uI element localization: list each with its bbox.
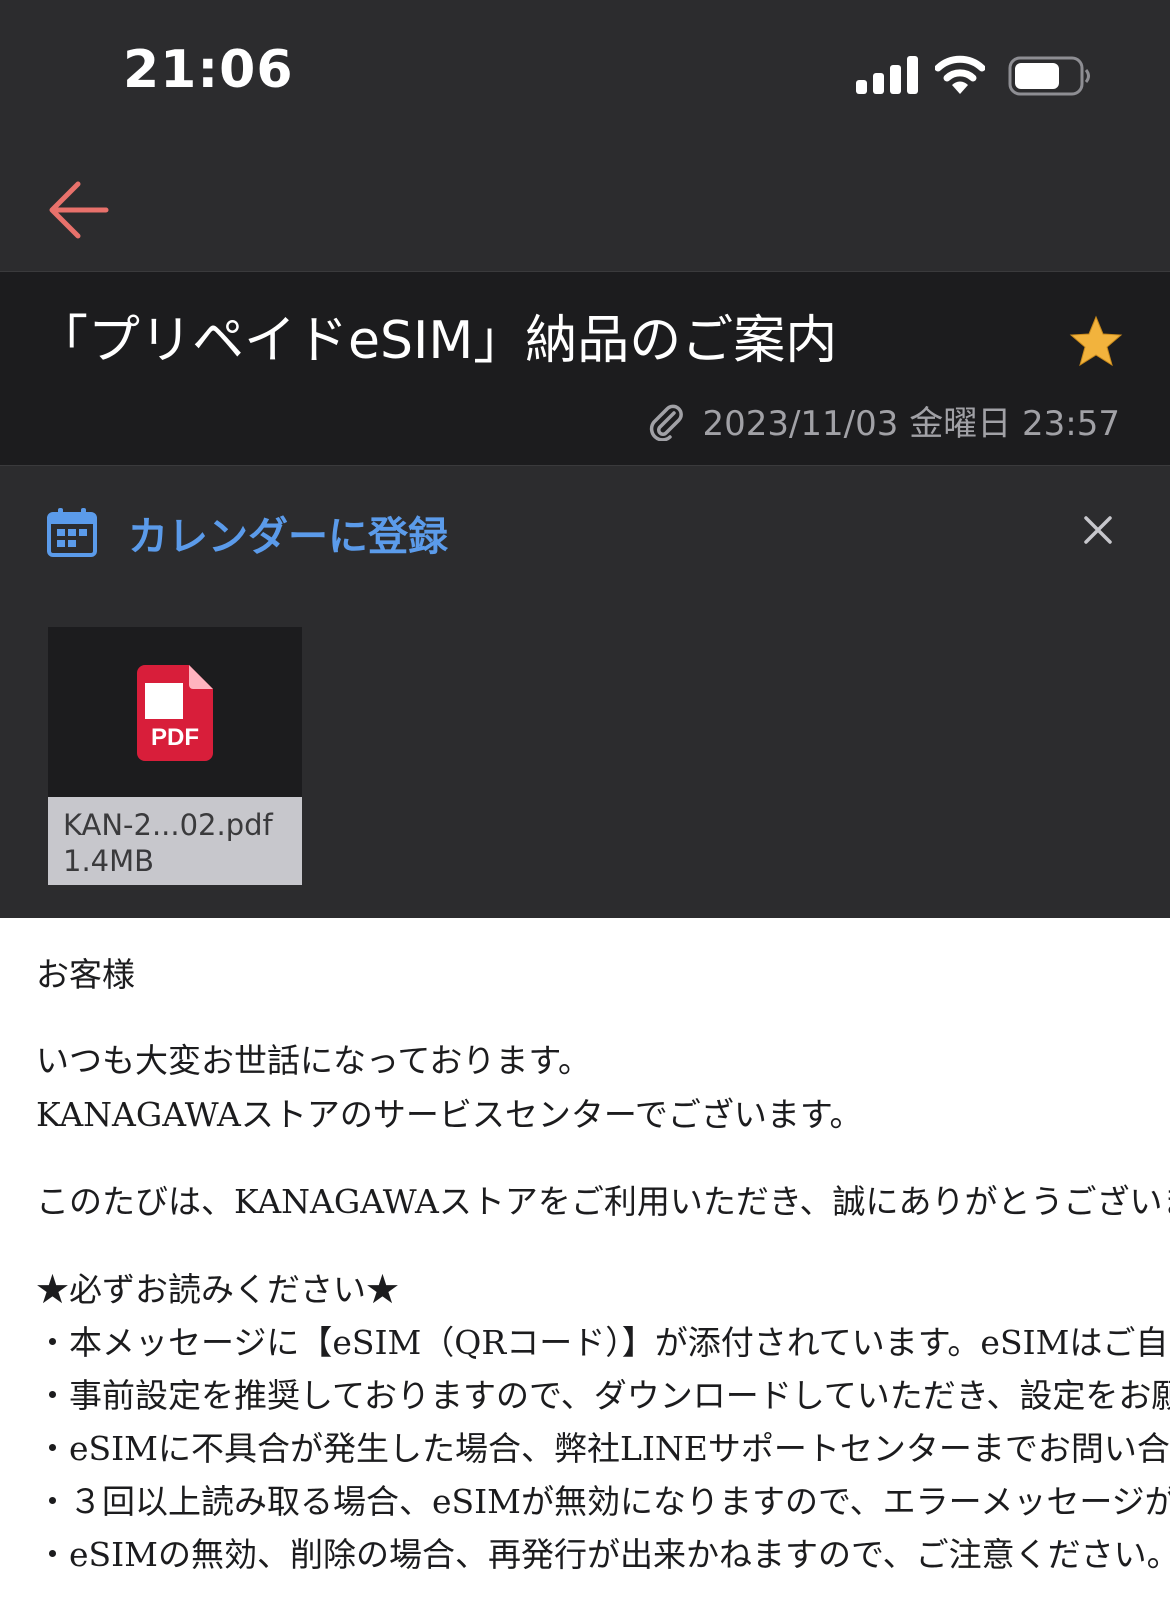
email-body: お客様 いつも大変お世話になっております。 KANAGAWAストアのサービスセン…: [0, 918, 1170, 1597]
attachment-filename: KAN-2...02.pdf: [63, 808, 273, 842]
email-meta: 2023/11/03 金曜日 23:57: [646, 396, 1120, 445]
cellular-signal-icon: [856, 56, 918, 94]
calendar-icon: [47, 508, 97, 557]
star-icon[interactable]: [1068, 314, 1124, 370]
attachment-size: 1.4MB: [63, 844, 155, 878]
pdf-type-label: PDF: [151, 724, 199, 751]
status-bar: 21:06: [0, 0, 1170, 150]
attachments-area: PDF KAN-2...02.pdf 1.4MB: [0, 596, 1170, 918]
attachment-info: KAN-2...02.pdf 1.4MB: [48, 797, 302, 885]
body-line: このたびは、KANAGAWAストアをご利用いただき、誠にありがとうございます: [36, 1182, 1170, 1221]
body-line: ★必ずお読みください★: [36, 1270, 399, 1309]
body-line: ・本メッセージに【eSIM（QRコード）】が添付されています。eSIMはご自宅: [36, 1323, 1170, 1362]
back-arrow-icon[interactable]: [40, 170, 120, 250]
body-line: ・事前設定を推奨しておりますので、ダウンロードしていただき、設定をお願: [36, 1376, 1170, 1415]
navigation-bar: [0, 150, 1170, 271]
calendar-bar: カレンダーに登録: [0, 465, 1170, 597]
pdf-file-icon: PDF: [137, 665, 213, 761]
pdf-attachment[interactable]: PDF KAN-2...02.pdf 1.4MB: [48, 627, 302, 885]
status-time: 21:06: [123, 40, 294, 100]
email-header: 「プリペイドeSIM」納品のご案内 2023/11/03 金曜日 23:57: [0, 271, 1170, 466]
wifi-icon: [935, 55, 985, 94]
paperclip-icon: [650, 404, 684, 441]
email-subject: 「プリペイドeSIM」納品のご案内: [36, 311, 838, 371]
add-to-calendar-link[interactable]: カレンダーに登録: [128, 504, 448, 562]
body-line: ・eSIMの無効、削除の場合、再発行が出来かねますので、ご注意ください。: [36, 1535, 1170, 1574]
body-line: いつも大変お世話になっております。: [36, 1041, 592, 1080]
attachment-thumbnail: PDF: [48, 627, 302, 797]
email-date: 2023/11/03 金曜日 23:57: [702, 404, 1120, 444]
body-line: ・eSIMに不具合が発生した場合、弊社LINEサポートセンターまでお問い合わ: [36, 1429, 1170, 1468]
body-line: お客様: [36, 955, 135, 994]
close-icon[interactable]: [1078, 510, 1118, 550]
battery-icon: [1008, 56, 1090, 96]
body-line: KANAGAWAストアのサービスセンターでございます。: [36, 1095, 863, 1134]
body-line: ・３回以上読み取る場合、eSIMが無効になりますので、エラーメッセージが: [36, 1482, 1170, 1521]
